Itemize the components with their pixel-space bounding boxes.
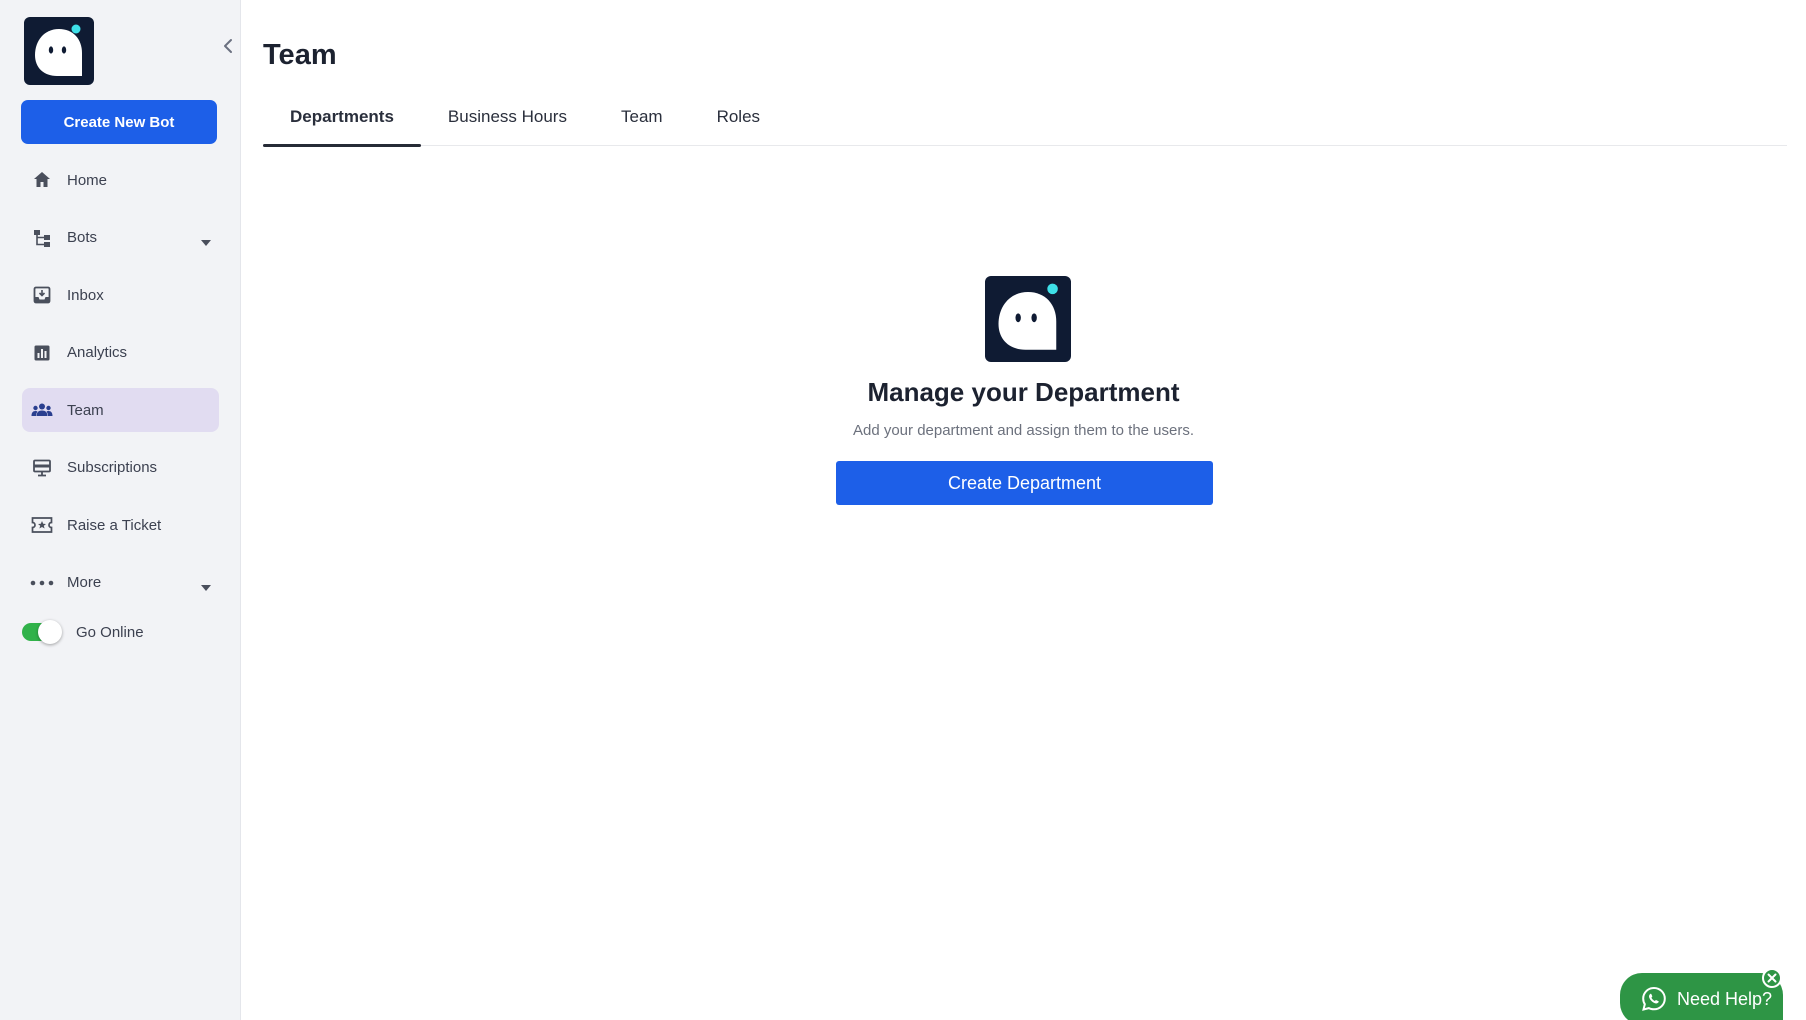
toggle-knob — [38, 620, 62, 644]
sidebar-nav: Home Bots Inbox Analytics Team Subscript… — [22, 158, 219, 618]
tab-roles[interactable]: Roles — [690, 97, 787, 146]
empty-state-subtitle: Add your department and assign them to t… — [852, 422, 1195, 439]
main-content: Team Departments Business Hours Team Rol… — [241, 0, 1806, 1020]
create-department-button[interactable]: Create Department — [836, 461, 1213, 505]
collapse-sidebar-button[interactable] — [218, 36, 238, 56]
tab-bar: Departments Business Hours Team Roles — [263, 97, 1787, 147]
page-title: Team — [263, 39, 337, 71]
flow-icon — [30, 226, 54, 250]
go-online-toggle[interactable] — [22, 620, 62, 644]
inbox-icon — [30, 283, 54, 307]
go-online-row: Go Online — [22, 620, 144, 644]
more-icon — [30, 571, 54, 595]
sidebar-item-label: More — [67, 574, 102, 591]
help-close-button[interactable] — [1762, 968, 1782, 988]
tab-business-hours[interactable]: Business Hours — [421, 97, 594, 146]
caret-down-icon[interactable] — [201, 233, 211, 251]
create-new-bot-button[interactable]: Create New Bot — [21, 100, 217, 144]
sidebar-item-more[interactable]: More — [22, 561, 219, 605]
sidebar-item-label: Bots — [67, 229, 98, 246]
need-help-label: Need Help? — [1677, 988, 1773, 1009]
close-icon — [1767, 973, 1777, 983]
sidebar-item-label: Inbox — [67, 286, 104, 304]
sidebar-item-home[interactable]: Home — [22, 158, 219, 202]
team-icon — [30, 398, 54, 422]
ticket-icon — [30, 513, 54, 537]
tab-team[interactable]: Team — [594, 97, 690, 146]
home-icon — [30, 168, 54, 192]
ghost-mascot-icon — [35, 24, 82, 76]
tab-departments[interactable]: Departments — [263, 97, 421, 147]
caret-down-icon[interactable] — [201, 578, 211, 596]
sidebar-item-label: Raise a Ticket — [67, 516, 162, 534]
sidebar-item-label: Analytics — [67, 344, 128, 361]
sidebar-item-label: Home — [67, 171, 108, 189]
sidebar-item-label: Team — [67, 401, 104, 419]
need-help-widget[interactable]: Need Help? — [1620, 973, 1783, 1020]
sidebar-item-label: Subscriptions — [67, 459, 158, 476]
whatsapp-icon — [1642, 986, 1666, 1011]
analytics-icon — [30, 341, 54, 365]
sidebar-item-subscriptions[interactable]: Subscriptions — [22, 446, 219, 490]
sidebar-item-analytics[interactable]: Analytics — [22, 331, 219, 375]
sidebar: Create New Bot Home Bots Inbox Analytics… — [0, 0, 241, 1020]
empty-state-logo — [985, 276, 1071, 362]
app-root: Create New Bot Home Bots Inbox Analytics… — [0, 0, 1806, 1020]
empty-state-title: Manage your Department — [867, 377, 1180, 407]
app-logo[interactable] — [24, 17, 94, 85]
chevron-left-icon — [224, 39, 232, 53]
subscriptions-icon — [30, 456, 54, 480]
go-online-label: Go Online — [76, 623, 144, 641]
ghost-mascot-icon — [998, 283, 1058, 350]
sidebar-item-inbox[interactable]: Inbox — [22, 273, 219, 317]
sidebar-item-team[interactable]: Team — [22, 388, 219, 432]
sidebar-item-raise-ticket[interactable]: Raise a Ticket — [22, 503, 219, 547]
sidebar-item-bots[interactable]: Bots — [22, 216, 219, 260]
